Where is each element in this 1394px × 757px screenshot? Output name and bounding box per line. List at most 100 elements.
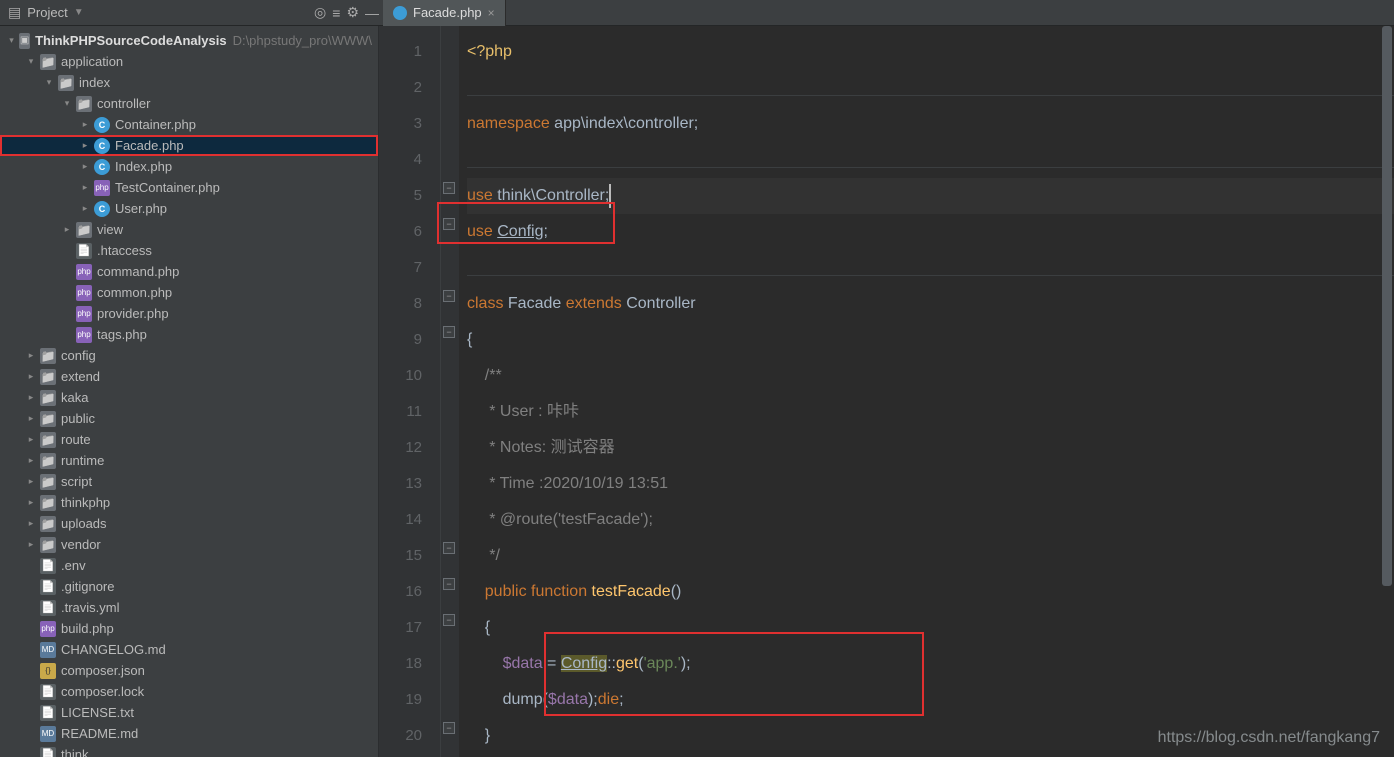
fold-marker-icon[interactable]: − (443, 290, 455, 302)
tree-node[interactable]: extend (0, 366, 378, 387)
expand-arrow-icon[interactable] (44, 77, 54, 88)
code-token: { (485, 619, 490, 636)
tree-node[interactable]: kaka (0, 387, 378, 408)
expand-arrow-icon[interactable] (62, 98, 72, 109)
tree-node[interactable]: TestContainer.php (0, 177, 378, 198)
node-label: thinkphp (61, 495, 110, 510)
close-icon[interactable]: × (488, 6, 495, 20)
line-number: 20 (379, 718, 422, 754)
fold-marker-icon[interactable]: − (443, 614, 455, 626)
expand-arrow-icon[interactable] (80, 161, 90, 172)
expand-arrow-icon[interactable] (80, 182, 90, 193)
expand-arrow-icon[interactable] (26, 350, 36, 361)
code-editor[interactable]: 1234567891011121314151617181920 − − − − … (379, 26, 1394, 757)
expand-arrow-icon[interactable] (62, 224, 72, 235)
tree-node[interactable]: Index.php (0, 156, 378, 177)
tree-node[interactable]: application (0, 51, 378, 72)
editor-scrollbar[interactable] (1382, 26, 1392, 757)
tree-node[interactable]: build.php (0, 618, 378, 639)
tree-node[interactable]: common.php (0, 282, 378, 303)
tab-label: Facade.php (413, 5, 482, 20)
tree-node[interactable]: think (0, 744, 378, 757)
php-icon (94, 159, 110, 175)
tree-node[interactable]: Facade.php (0, 135, 378, 156)
project-label[interactable]: Project (27, 5, 67, 20)
tree-node[interactable]: .gitignore (0, 576, 378, 597)
expand-arrow-icon[interactable] (80, 203, 90, 214)
line-number: 1 (379, 34, 422, 70)
tree-node[interactable]: runtime (0, 450, 378, 471)
fold-marker-icon[interactable]: − (443, 542, 455, 554)
folder-icon (40, 348, 56, 364)
tree-node[interactable]: composer.lock (0, 681, 378, 702)
expand-arrow-icon[interactable] (80, 140, 90, 151)
tree-node[interactable]: ThinkPHPSourceCodeAnalysisD:\phpstudy_pr… (0, 30, 378, 51)
node-label: .htaccess (97, 243, 152, 258)
tree-node[interactable]: User.php (0, 198, 378, 219)
expand-arrow-icon[interactable] (26, 434, 36, 445)
tree-node[interactable]: LICENSE.txt (0, 702, 378, 723)
tree-node[interactable]: vendor (0, 534, 378, 555)
tree-node[interactable]: uploads (0, 513, 378, 534)
tree-node[interactable]: view (0, 219, 378, 240)
expand-arrow-icon[interactable] (26, 518, 36, 529)
node-label: provider.php (97, 306, 169, 321)
expand-arrow-icon[interactable] (26, 392, 36, 403)
expand-arrow-icon[interactable] (26, 413, 36, 424)
target-icon[interactable]: ◎ (314, 4, 326, 21)
split-icon[interactable]: ≡ (332, 5, 340, 21)
scroll-thumb[interactable] (1382, 26, 1392, 586)
tree-node[interactable]: provider.php (0, 303, 378, 324)
fold-marker-icon[interactable]: − (443, 578, 455, 590)
expand-arrow-icon[interactable] (26, 539, 36, 550)
folder-icon (40, 369, 56, 385)
node-label: common.php (97, 285, 172, 300)
tree-node[interactable]: README.md (0, 723, 378, 744)
code-token: { (467, 331, 472, 348)
gear-icon[interactable]: ⚙ (346, 4, 359, 21)
tree-node[interactable]: .htaccess (0, 240, 378, 261)
expand-arrow-icon[interactable] (8, 35, 15, 46)
php-icon (94, 138, 110, 154)
project-tree[interactable]: ThinkPHPSourceCodeAnalysisD:\phpstudy_pr… (0, 26, 379, 757)
tree-node[interactable]: controller (0, 93, 378, 114)
php-class-icon (393, 6, 407, 20)
tree-node[interactable]: CHANGELOG.md (0, 639, 378, 660)
tree-node[interactable]: command.php (0, 261, 378, 282)
fold-marker-icon[interactable]: − (443, 326, 455, 338)
tree-node[interactable]: tags.php (0, 324, 378, 345)
tree-node[interactable]: public (0, 408, 378, 429)
expand-arrow-icon[interactable] (26, 455, 36, 466)
tree-node[interactable]: script (0, 471, 378, 492)
node-label: build.php (61, 621, 114, 636)
line-number: 17 (379, 610, 422, 646)
code-area[interactable]: <?php namespace app\index\controller; us… (459, 26, 1394, 757)
tree-node[interactable]: route (0, 429, 378, 450)
fold-marker-icon[interactable]: − (443, 182, 455, 194)
tree-node[interactable]: Container.php (0, 114, 378, 135)
code-token: Facade (503, 295, 565, 312)
expand-arrow-icon[interactable] (26, 371, 36, 382)
dropdown-chevron-icon[interactable]: ▼ (74, 7, 84, 18)
code-token: dump (503, 691, 543, 708)
node-label: TestContainer.php (115, 180, 220, 195)
fold-marker-icon[interactable]: − (443, 722, 455, 734)
expand-arrow-icon[interactable] (26, 56, 36, 67)
expand-arrow-icon[interactable] (26, 476, 36, 487)
folder-icon (40, 516, 56, 532)
md-icon (40, 642, 56, 658)
collapse-icon[interactable]: — (365, 5, 379, 21)
watermark-text: https://blog.csdn.net/fangkang7 (1158, 729, 1380, 747)
tree-node[interactable]: index (0, 72, 378, 93)
expand-arrow-icon[interactable] (26, 497, 36, 508)
tree-node[interactable]: thinkphp (0, 492, 378, 513)
code-token: () (671, 583, 682, 600)
tree-node[interactable]: composer.json (0, 660, 378, 681)
line-number: 2 (379, 70, 422, 106)
expand-arrow-icon[interactable] (80, 119, 90, 130)
code-token: public (485, 583, 527, 600)
tab-facade[interactable]: Facade.php × (383, 0, 506, 26)
tree-node[interactable]: .env (0, 555, 378, 576)
tree-node[interactable]: config (0, 345, 378, 366)
tree-node[interactable]: .travis.yml (0, 597, 378, 618)
